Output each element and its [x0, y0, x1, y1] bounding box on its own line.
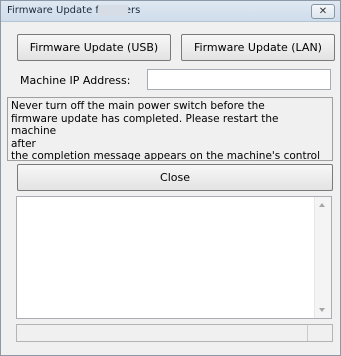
status-bar: [16, 324, 333, 342]
firmware-update-lan-button[interactable]: Firmware Update (LAN): [181, 34, 335, 61]
scroll-up-arrow-icon[interactable]: [319, 203, 325, 207]
notice-text: Never turn off the main power switch bef…: [11, 100, 320, 161]
log-scrollbar[interactable]: [314, 197, 331, 318]
machine-ip-input[interactable]: [147, 69, 331, 90]
redacted-title-suffix: [98, 5, 128, 16]
log-output-area[interactable]: [16, 196, 332, 319]
window-close-button[interactable]: ✕: [311, 4, 335, 19]
notice-box: Never turn off the main power switch bef…: [7, 97, 333, 161]
close-icon: ✕: [318, 6, 328, 17]
firmware-update-window: Firmware Update for Users ✕ Firmware Upd…: [0, 0, 341, 356]
machine-ip-label: Machine IP Address:: [20, 74, 131, 87]
title-bar: Firmware Update for Users ✕: [1, 1, 340, 22]
firmware-update-usb-button[interactable]: Firmware Update (USB): [17, 34, 171, 61]
status-bar-divider: [307, 325, 308, 341]
close-button[interactable]: Close: [17, 164, 333, 191]
scroll-down-arrow-icon[interactable]: [319, 308, 325, 312]
